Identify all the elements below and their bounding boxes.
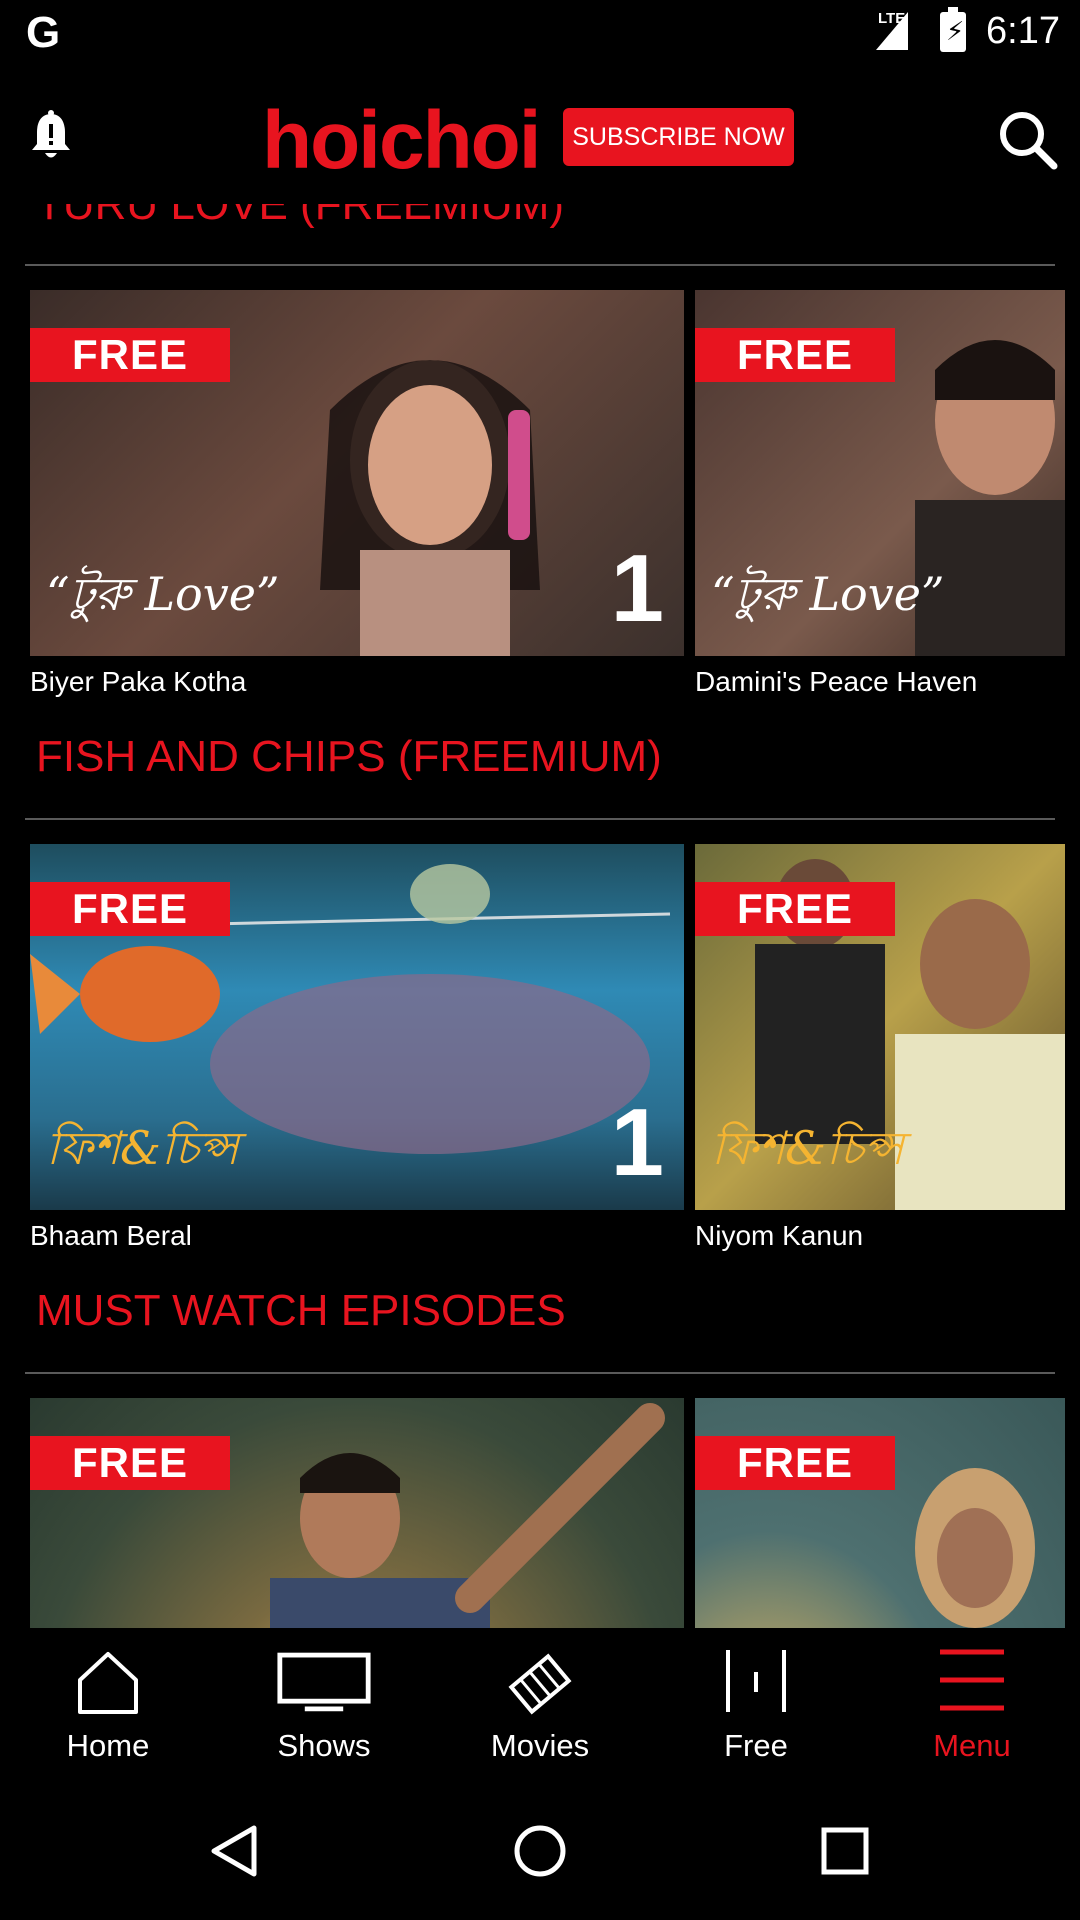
show-logo: ফিশ&চিপ্স <box>46 1121 239 1175</box>
subscribe-now-button[interactable]: SUBSCRIBE NOW <box>563 108 794 166</box>
search-icon[interactable] <box>996 108 1060 172</box>
system-navigation-bar <box>0 1780 1080 1920</box>
nav-menu[interactable]: Menu <box>864 1628 1080 1780</box>
network-type: LTE <box>878 10 906 27</box>
nav-label: Movies <box>490 1728 590 1763</box>
nav-label: Home <box>66 1728 150 1763</box>
nav-label: Menu <box>933 1728 1011 1763</box>
show-logo: “টুরু Love” <box>711 567 945 621</box>
thumbnail-figure <box>915 1468 1035 1628</box>
nav-free[interactable]: Free <box>648 1628 864 1780</box>
nav-movies[interactable]: Movies <box>432 1628 648 1780</box>
free-badge: FREE <box>30 328 230 382</box>
content-feed[interactable]: TURU LOVE (FREEMIUM) FREE “টুরু Love” 1 … <box>0 204 1080 1628</box>
charging-icon: ⚡ <box>946 16 965 46</box>
show-logo: ফিশ&চিপ্স <box>711 1121 904 1175</box>
section-divider <box>25 1372 1055 1374</box>
section-divider <box>25 264 1055 266</box>
thumbnail[interactable]: FREE ফিশ&চিপ্স 1 <box>30 844 684 1210</box>
free-badge: FREE <box>30 1436 230 1490</box>
status-bar: G LTE ⚡ 6:17 <box>0 0 1080 64</box>
free-badge: FREE <box>695 1436 895 1490</box>
free-badge: FREE <box>695 882 895 936</box>
thumbnail[interactable]: FREE “টুরু Love” <box>695 290 1065 656</box>
section-title: MUST WATCH EPISODES <box>36 1286 566 1335</box>
tv-icon <box>277 1652 371 1712</box>
nav-label: Shows <box>277 1728 371 1763</box>
film-icon <box>508 1653 572 1715</box>
thumbnail[interactable]: FREE <box>30 1398 684 1628</box>
menu-icon <box>940 1649 1004 1711</box>
card-title[interactable]: Damini's Peace Haven <box>695 666 977 698</box>
thumbnail[interactable]: FREE ফিশ&চিপ্স <box>695 844 1065 1210</box>
episode-number: 1 <box>610 1089 664 1196</box>
bottom-navigation: Home Shows Movies Free Menu <box>0 1628 1080 1780</box>
card-title[interactable]: Bhaam Beral <box>30 1220 192 1252</box>
thumbnail[interactable]: FREE <box>695 1398 1065 1628</box>
nav-shows[interactable]: Shows <box>216 1628 432 1780</box>
free-badge: FREE <box>30 882 230 936</box>
hoichoi-logo[interactable]: hoichoi <box>262 94 542 188</box>
card-title[interactable]: Biyer Paka Kotha <box>30 666 246 698</box>
card-title[interactable]: Niyom Kanun <box>695 1220 863 1252</box>
thumbnail-figure <box>270 1403 665 1628</box>
notification-bell-icon[interactable] <box>28 110 74 162</box>
episode-number: 1 <box>610 535 664 642</box>
nav-home[interactable]: Home <box>0 1628 216 1780</box>
app-header: hoichoi SUBSCRIBE NOW <box>0 64 1080 204</box>
thumbnail[interactable]: FREE “টুরু Love” 1 <box>30 290 684 656</box>
section-divider <box>25 818 1055 820</box>
section-title: TURU LOVE (FREEMIUM) <box>36 204 564 229</box>
show-logo: “টুরু Love” <box>46 567 280 621</box>
free-icon <box>726 1650 786 1712</box>
section-title: FISH AND CHIPS (FREEMIUM) <box>36 732 662 781</box>
free-badge: FREE <box>695 328 895 382</box>
home-circle-icon[interactable] <box>505 1816 575 1886</box>
back-icon[interactable] <box>200 1816 270 1886</box>
recents-icon[interactable] <box>810 1816 880 1886</box>
clock: 6:17 <box>986 10 1060 52</box>
home-icon <box>78 1652 138 1714</box>
nav-label: Free <box>724 1728 788 1763</box>
google-icon: G <box>26 8 61 57</box>
